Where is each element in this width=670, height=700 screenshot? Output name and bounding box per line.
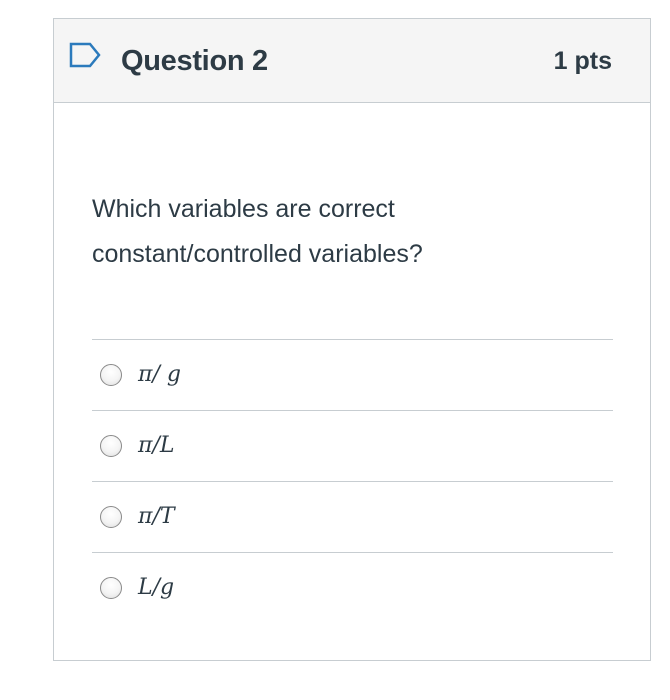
answer-list: π/ g π/L π/T L/g [92, 339, 613, 623]
answer-option[interactable]: L/g [92, 552, 613, 623]
answer-option[interactable]: π/L [92, 410, 613, 481]
question-card: Question 2 1 pts Which variables are cor… [53, 18, 651, 661]
radio-button[interactable] [100, 506, 122, 528]
question-title: Question 2 [121, 45, 268, 77]
answer-label[interactable]: π/ g [138, 360, 181, 390]
radio-button[interactable] [100, 577, 122, 599]
answer-label[interactable]: L/g [138, 573, 174, 603]
question-text-line-1: Which variables are correct [92, 195, 395, 223]
answer-option[interactable]: π/ g [92, 339, 613, 410]
question-text: Which variables are correct constant/con… [92, 187, 592, 277]
flag-question-icon[interactable] [68, 41, 104, 69]
question-header: Question 2 1 pts [54, 19, 650, 103]
question-text-line-2: constant/controlled variables? [92, 240, 423, 268]
question-points: 1 pts [553, 47, 612, 75]
answer-label[interactable]: π/T [138, 502, 175, 532]
answer-label[interactable]: π/L [138, 431, 174, 461]
answer-option[interactable]: π/T [92, 481, 613, 552]
radio-button[interactable] [100, 435, 122, 457]
radio-button[interactable] [100, 364, 122, 386]
